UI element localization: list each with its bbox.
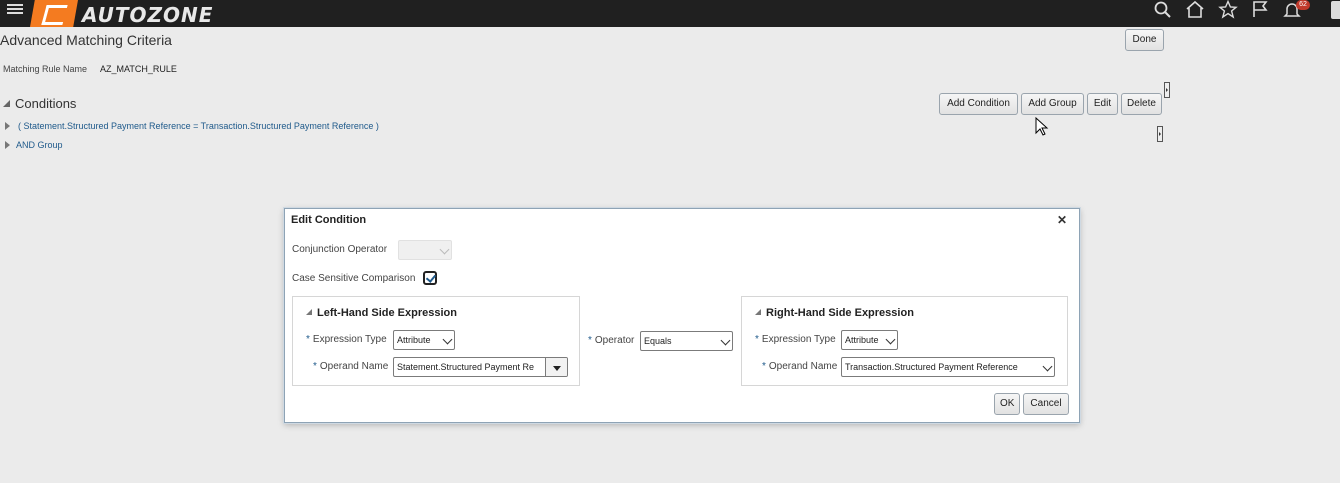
panel-collapse-toggle[interactable] [1157, 126, 1163, 142]
operator-select[interactable]: Equals [640, 331, 733, 351]
flag-icon[interactable] [1250, 0, 1270, 20]
conjunction-operator-select [398, 240, 452, 260]
notification-badge: 62 [1296, 0, 1310, 10]
collapse-icon [755, 309, 761, 315]
home-icon[interactable] [1185, 0, 1205, 20]
right-operand-name-label: * Operand Name [762, 361, 838, 372]
conditions-heading: Conditions [15, 96, 77, 111]
rule-name-value: AZ_MATCH_RULE [100, 64, 177, 74]
conditions-header[interactable]: Conditions [3, 96, 76, 111]
chevron-down-icon [439, 244, 450, 255]
expand-icon[interactable] [5, 122, 10, 130]
close-icon[interactable]: ✕ [1057, 213, 1067, 227]
right-expression-type-label: * Expression Type [755, 334, 836, 345]
chevron-down-icon [1042, 361, 1053, 372]
star-icon[interactable] [1218, 0, 1238, 20]
page-title: Advanced Matching Criteria [0, 32, 172, 48]
chevron-down-icon [720, 335, 731, 346]
right-panel-title[interactable]: Right-Hand Side Expression [755, 307, 914, 319]
done-button[interactable]: Done [1125, 29, 1164, 51]
hamburger-icon[interactable] [7, 2, 23, 16]
right-expression-type-select[interactable]: Attribute [841, 330, 898, 350]
cancel-button[interactable]: Cancel [1023, 393, 1069, 415]
left-operand-name-combobox[interactable]: Statement.Structured Payment Re [393, 357, 568, 377]
delete-button[interactable]: Delete [1121, 93, 1162, 115]
chevron-down-icon [442, 334, 453, 345]
logo-text: AUTOZONE [82, 3, 214, 27]
dropdown-arrow-icon[interactable] [545, 358, 567, 376]
tree-node-and-group[interactable]: AND Group [16, 140, 63, 150]
expand-icon[interactable] [5, 141, 10, 149]
rule-name-label: Matching Rule Name [3, 64, 88, 74]
conjunction-operator-label: Conjunction Operator [292, 244, 388, 255]
case-sensitive-checkbox[interactable] [423, 271, 437, 285]
mouse-cursor-icon [1035, 117, 1049, 136]
add-group-button[interactable]: Add Group [1021, 93, 1084, 115]
left-expression-type-label: * Expression Type [306, 334, 387, 345]
chevron-down-icon [885, 334, 896, 345]
collapse-icon [306, 309, 312, 315]
collapse-icon [3, 100, 10, 107]
case-sensitive-label: Case Sensitive Comparison [292, 273, 416, 284]
edit-button[interactable]: Edit [1087, 93, 1118, 115]
ok-button[interactable]: OK [994, 393, 1020, 415]
user-menu-button[interactable] [1331, 1, 1340, 19]
left-panel-title[interactable]: Left-Hand Side Expression [306, 307, 457, 319]
right-operand-name-select[interactable]: Transaction.Structured Payment Reference [841, 357, 1055, 377]
left-expression-type-select[interactable]: Attribute [393, 330, 455, 350]
autozone-logo[interactable]: AUTOZONE [30, 0, 212, 27]
global-header: AUTOZONE 62 [0, 0, 1340, 27]
logo-mark [30, 0, 78, 27]
dialog-title: Edit Condition [291, 214, 367, 226]
left-hand-side-panel: Left-Hand Side Expression * Expression Ty… [292, 296, 580, 386]
add-condition-button[interactable]: Add Condition [939, 93, 1018, 115]
search-icon[interactable] [1152, 0, 1172, 20]
right-hand-side-panel: Right-Hand Side Expression * Expression T… [741, 296, 1068, 386]
left-operand-name-label: * Operand Name [313, 361, 389, 372]
panel-expand-toggle[interactable] [1164, 82, 1170, 98]
edit-condition-dialog: Edit Condition ✕ Conjunction Operator Ca… [284, 208, 1080, 423]
tree-node-condition[interactable]: ( Statement.Structured Payment Reference… [18, 121, 379, 131]
operator-label: * Operator [588, 335, 635, 346]
